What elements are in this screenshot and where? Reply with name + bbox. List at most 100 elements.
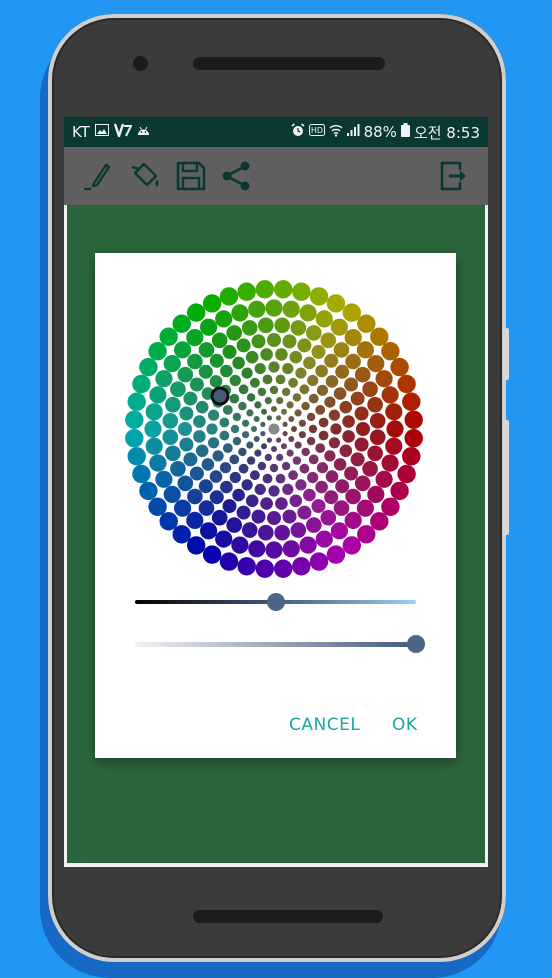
color-swatch[interactable] bbox=[330, 318, 348, 336]
color-swatch[interactable] bbox=[276, 415, 282, 421]
color-swatch[interactable] bbox=[274, 317, 290, 334]
color-swatch[interactable] bbox=[385, 403, 403, 421]
color-swatch[interactable] bbox=[222, 499, 237, 514]
color-swatch[interactable] bbox=[297, 338, 312, 353]
color-swatch[interactable] bbox=[306, 412, 316, 422]
color-swatch[interactable] bbox=[226, 325, 242, 341]
color-swatch[interactable] bbox=[299, 536, 317, 554]
color-swatch[interactable] bbox=[271, 446, 277, 452]
color-swatch[interactable] bbox=[295, 479, 307, 491]
color-swatch[interactable] bbox=[281, 408, 287, 415]
color-swatch[interactable] bbox=[242, 431, 250, 439]
color-swatch[interactable] bbox=[265, 541, 283, 559]
color-swatch[interactable] bbox=[253, 416, 260, 422]
color-swatch[interactable] bbox=[132, 464, 151, 484]
color-swatch[interactable] bbox=[315, 364, 328, 378]
color-swatch[interactable] bbox=[291, 426, 297, 432]
color-swatch[interactable] bbox=[299, 463, 310, 474]
color-swatch[interactable] bbox=[241, 522, 258, 538]
color-swatch[interactable] bbox=[354, 475, 371, 492]
color-swatch[interactable] bbox=[308, 424, 318, 434]
selected-color-indicator[interactable] bbox=[210, 386, 230, 406]
color-swatch[interactable] bbox=[174, 499, 192, 517]
color-swatch[interactable] bbox=[219, 430, 230, 441]
color-swatch[interactable] bbox=[267, 333, 281, 347]
color-swatch[interactable] bbox=[281, 387, 291, 397]
color-swatch[interactable] bbox=[215, 310, 233, 328]
color-swatch[interactable] bbox=[306, 436, 316, 446]
color-swatch[interactable] bbox=[370, 512, 389, 531]
color-swatch[interactable] bbox=[390, 357, 409, 377]
color-swatch[interactable] bbox=[356, 422, 370, 436]
color-swatch[interactable] bbox=[381, 342, 400, 361]
color-swatch[interactable] bbox=[269, 385, 279, 395]
color-swatch[interactable] bbox=[265, 299, 283, 317]
color-swatch[interactable] bbox=[155, 370, 173, 388]
color-swatch[interactable] bbox=[288, 377, 298, 388]
color-swatch[interactable] bbox=[303, 488, 316, 502]
color-swatch[interactable] bbox=[288, 470, 298, 481]
color-swatch[interactable] bbox=[357, 314, 376, 333]
color-swatch[interactable] bbox=[402, 447, 421, 466]
color-swatch[interactable] bbox=[356, 341, 374, 359]
color-swatch[interactable] bbox=[125, 410, 144, 429]
color-swatch[interactable] bbox=[209, 353, 224, 368]
alpha-slider[interactable] bbox=[135, 642, 416, 647]
color-swatch[interactable] bbox=[309, 287, 329, 306]
color-swatch[interactable] bbox=[261, 443, 267, 450]
color-swatch[interactable] bbox=[206, 423, 218, 435]
color-swatch[interactable] bbox=[209, 470, 223, 483]
color-swatch[interactable] bbox=[339, 444, 353, 458]
color-swatch[interactable] bbox=[324, 353, 339, 368]
color-swatch[interactable] bbox=[274, 280, 293, 299]
color-swatch[interactable] bbox=[145, 403, 163, 421]
color-swatch[interactable] bbox=[318, 417, 329, 428]
color-swatch[interactable] bbox=[260, 431, 266, 437]
color-swatch[interactable] bbox=[198, 342, 215, 358]
color-swatch[interactable] bbox=[165, 396, 181, 413]
color-swatch[interactable] bbox=[274, 559, 293, 578]
color-swatch[interactable] bbox=[251, 334, 266, 349]
color-swatch[interactable] bbox=[268, 361, 280, 373]
color-swatch[interactable] bbox=[220, 480, 233, 494]
color-swatch[interactable] bbox=[208, 409, 220, 421]
color-swatch[interactable] bbox=[339, 400, 353, 414]
color-swatch[interactable] bbox=[276, 453, 284, 461]
color-swatch[interactable] bbox=[292, 393, 302, 402]
color-swatch[interactable] bbox=[178, 422, 192, 436]
color-swatch[interactable] bbox=[177, 475, 194, 492]
color-swatch[interactable] bbox=[286, 401, 294, 409]
color-swatch[interactable] bbox=[268, 485, 280, 497]
color-swatch[interactable] bbox=[258, 317, 274, 334]
color-swatch[interactable] bbox=[350, 452, 365, 467]
color-swatch[interactable] bbox=[375, 470, 393, 488]
color-swatch[interactable] bbox=[200, 318, 218, 336]
color-swatch[interactable] bbox=[275, 497, 288, 510]
color-swatch[interactable] bbox=[328, 409, 340, 421]
color-swatch[interactable] bbox=[264, 453, 272, 461]
color-swatch[interactable] bbox=[248, 540, 266, 558]
color-swatch[interactable] bbox=[381, 497, 400, 516]
color-swatch[interactable] bbox=[315, 310, 333, 328]
color-swatch[interactable] bbox=[386, 420, 404, 438]
color-swatch[interactable] bbox=[254, 401, 262, 409]
color-swatch[interactable] bbox=[298, 431, 306, 439]
color-swatch[interactable] bbox=[289, 350, 303, 364]
color-swatch[interactable] bbox=[397, 374, 416, 394]
color-swatch[interactable] bbox=[267, 511, 281, 525]
color-swatch[interactable] bbox=[311, 344, 326, 359]
color-swatch[interactable] bbox=[209, 490, 224, 505]
color-swatch[interactable] bbox=[238, 384, 249, 395]
color-swatch[interactable] bbox=[211, 509, 228, 526]
color-swatch[interactable] bbox=[333, 500, 350, 516]
color-swatch[interactable] bbox=[170, 381, 186, 397]
color-swatch[interactable] bbox=[253, 436, 260, 442]
color-swatch[interactable] bbox=[229, 374, 241, 387]
color-swatch[interactable] bbox=[222, 405, 233, 415]
color-swatch[interactable] bbox=[315, 443, 326, 453]
color-swatch[interactable] bbox=[215, 530, 233, 548]
color-swatch[interactable] bbox=[333, 387, 347, 400]
color-swatch[interactable] bbox=[193, 415, 206, 428]
color-swatch[interactable] bbox=[165, 445, 181, 462]
color-swatch[interactable] bbox=[174, 341, 192, 359]
